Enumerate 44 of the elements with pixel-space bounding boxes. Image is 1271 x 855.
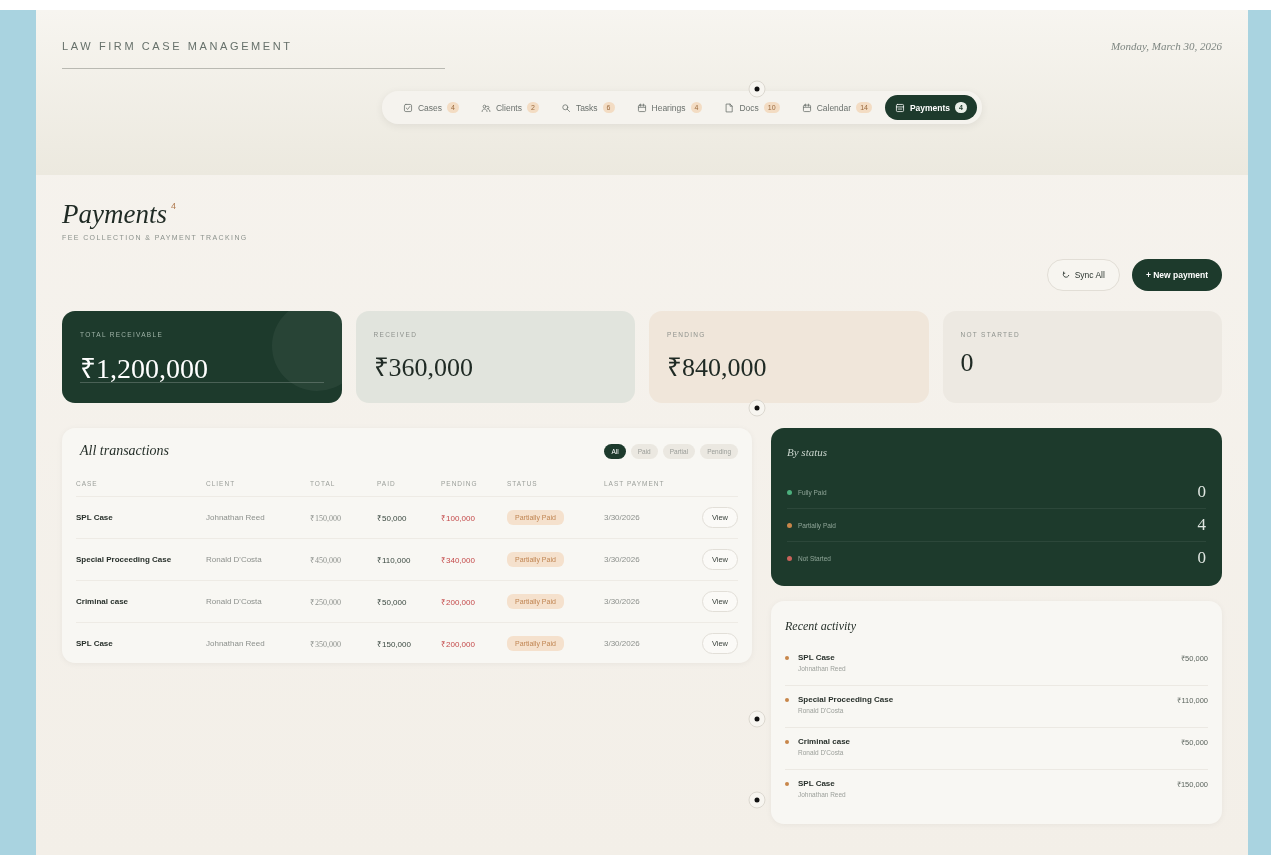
table-cell: ₹150,000 <box>377 622 441 664</box>
status-count: 0 <box>1197 482 1206 502</box>
page-title: Payments <box>62 199 167 230</box>
table-cell: ₹200,000 <box>441 622 507 664</box>
table-cell: SPL Case <box>76 622 206 664</box>
sync-button[interactable]: Sync All <box>1046 259 1120 291</box>
card-title: All transactions <box>80 443 170 459</box>
table-cell: 3/30/2026 <box>604 496 694 539</box>
table-cell: ₹110,000 <box>377 538 441 581</box>
date-label: Monday, March 30, 2026 <box>1110 40 1222 52</box>
table-cell: Special Proceeding Case <box>76 538 206 581</box>
table-cell: SPL Case <box>76 496 206 539</box>
status-count: 0 <box>1197 548 1206 568</box>
app-title: LAW FIRM CASE MANAGEMENT <box>62 40 445 69</box>
table-cell: 3/30/2026 <box>604 622 694 664</box>
table-cell: ₹150,000 <box>310 496 377 539</box>
activity-case: Criminal case <box>798 737 851 746</box>
stat-value: 0 <box>960 348 975 378</box>
table-cell: ₹50,000 <box>377 580 441 623</box>
table-cell: Ronald D'Costa <box>206 580 310 623</box>
table-cell: Criminal case <box>76 580 206 623</box>
table-cell: ₹200,000 <box>441 580 507 623</box>
table-cell: 3/30/2026 <box>604 538 694 581</box>
stat-value: ₹360,000 <box>373 352 474 384</box>
card-title: By status <box>787 445 829 460</box>
activity-case: SPL Case <box>798 779 836 788</box>
table-cell: ₹450,000 <box>310 538 377 581</box>
table-cell: Johnathan Reed <box>206 622 310 664</box>
status-count: 4 <box>1197 515 1206 535</box>
table-cell: Ronald D'Costa <box>206 538 310 581</box>
table-cell: ₹340,000 <box>441 538 507 581</box>
table-cell: ₹250,000 <box>310 580 377 623</box>
new-payment-button[interactable]: + New payment <box>1131 259 1222 291</box>
stat-value: ₹840,000 <box>667 352 768 384</box>
table-cell: ₹100,000 <box>441 496 507 539</box>
table-cell: 3/30/2026 <box>604 580 694 623</box>
table-cell: Johnathan Reed <box>206 496 310 539</box>
page-count: 4 <box>170 201 176 211</box>
table-cell: ₹50,000 <box>377 496 441 539</box>
activity-case: Special Proceeding Case <box>798 695 894 704</box>
stat-value: ₹1,200,000 <box>80 352 209 386</box>
card-title: Recent activity <box>785 618 857 635</box>
table-cell: ₹350,000 <box>310 622 377 664</box>
activity-case: SPL Case <box>798 653 836 662</box>
